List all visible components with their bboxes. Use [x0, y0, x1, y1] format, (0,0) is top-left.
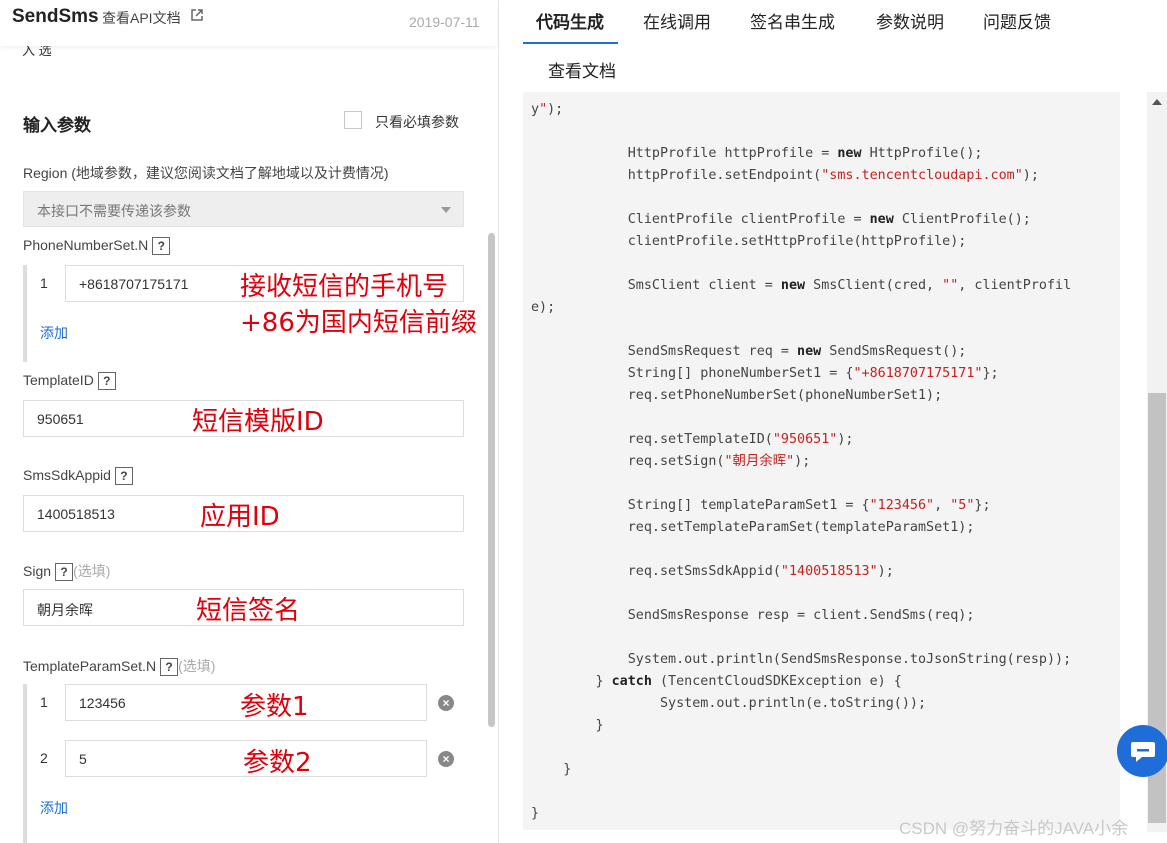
region-select-value: 本接口不需要传递该参数: [37, 203, 191, 219]
sdk-appid-label-text: SmsSdkAppid: [23, 467, 111, 483]
sign-field-label: Sign? (选填): [23, 561, 111, 582]
chat-icon: [1131, 742, 1155, 762]
template-id-value: 950651: [37, 411, 84, 427]
sign-label-text: Sign: [23, 563, 52, 579]
template-param-add-link[interactable]: 添加: [40, 798, 68, 818]
api-title: SendSms: [12, 6, 99, 27]
annotation-sign: 短信签名: [196, 596, 301, 626]
tab-feedback[interactable]: 问题反馈: [983, 8, 1051, 33]
help-icon[interactable]: ?: [114, 467, 133, 486]
scroll-up-arrow-icon[interactable]: [1152, 99, 1162, 105]
annotation-param-2: 参数2: [243, 748, 312, 778]
template-params-label-text: TemplateParamSet.N: [23, 658, 157, 674]
active-tab-indicator: [523, 42, 618, 44]
phone-item-index: 1: [40, 275, 48, 291]
input-params-title: 输入参数: [23, 116, 91, 135]
optional-tag: (选填): [178, 658, 216, 674]
template-params-field-label: TemplateParamSet.N? (选填): [23, 656, 216, 677]
left-scrollbar[interactable]: [488, 233, 495, 727]
help-icon[interactable]: ?: [97, 372, 116, 391]
chevron-down-icon: [441, 207, 451, 213]
template-param-index: 2: [40, 750, 48, 766]
watermark: CSDN @努力奋斗的JAVA小余: [899, 819, 1129, 838]
api-date: 2019-07-11: [409, 14, 480, 30]
api-doc-link[interactable]: 查看API文档: [102, 8, 181, 28]
sdk-appid-field-label: SmsSdkAppid?: [23, 467, 133, 486]
tab-online-call[interactable]: 在线调用: [643, 8, 711, 33]
template-id-label-text: TemplateID: [23, 372, 94, 388]
phone-field-label: PhoneNumberSet.N?: [23, 237, 171, 256]
parameter-panel: SendSms 查看API文档 2019-07-11 入 选 输入参数 只看必填…: [0, 0, 499, 843]
tab-code-generation[interactable]: 代码生成: [536, 8, 604, 33]
region-select[interactable]: 本接口不需要传递该参数: [23, 191, 464, 227]
annotation-template-id: 短信模版ID: [192, 407, 324, 437]
help-icon[interactable]: ?: [55, 563, 74, 582]
annotation-phone-2: +86为国内短信前缀: [240, 308, 477, 338]
chat-button[interactable]: [1117, 725, 1167, 777]
external-link-icon[interactable]: [191, 9, 203, 21]
sdk-appid-value: 1400518513: [37, 506, 115, 522]
annotation-phone-1: 接收短信的手机号: [240, 272, 449, 302]
code-text: y"); HttpProfile httpProfile = new HttpP…: [531, 102, 1072, 821]
api-header: SendSms 查看API文档 2019-07-11: [0, 0, 497, 46]
tab-param-desc[interactable]: 参数说明: [876, 8, 944, 33]
required-only-checkbox[interactable]: [344, 111, 362, 129]
sign-value: 朝月余晖: [37, 602, 93, 618]
template-param-value: 5: [79, 751, 87, 767]
region-label: Region (地域参数，建议您阅读文档了解地域以及计费情况): [23, 165, 389, 181]
remove-icon[interactable]: ×: [438, 751, 454, 767]
template-param-value: 123456: [79, 695, 126, 711]
required-only-label[interactable]: 只看必填参数: [375, 112, 459, 132]
template-param-index: 1: [40, 694, 48, 710]
tab-view-docs[interactable]: 查看文档: [548, 57, 616, 82]
code-block: y"); HttpProfile httpProfile = new HttpP…: [523, 92, 1120, 830]
tab-signature[interactable]: 签名串生成: [750, 8, 835, 33]
remove-icon[interactable]: ×: [438, 695, 454, 711]
phone-number-value: +8618707175171: [79, 276, 189, 292]
phone-add-link[interactable]: 添加: [40, 323, 68, 343]
list-bar: [23, 684, 27, 843]
annotation-sdk-appid: 应用ID: [200, 502, 280, 532]
help-icon[interactable]: ?: [160, 658, 179, 677]
help-icon[interactable]: ?: [152, 237, 171, 256]
template-id-field-label: TemplateID?: [23, 372, 116, 391]
annotation-param-1: 参数1: [240, 692, 309, 722]
optional-tag: (选填): [73, 563, 111, 579]
phone-label-text: PhoneNumberSet.N: [23, 237, 149, 253]
list-bar: [23, 265, 27, 362]
